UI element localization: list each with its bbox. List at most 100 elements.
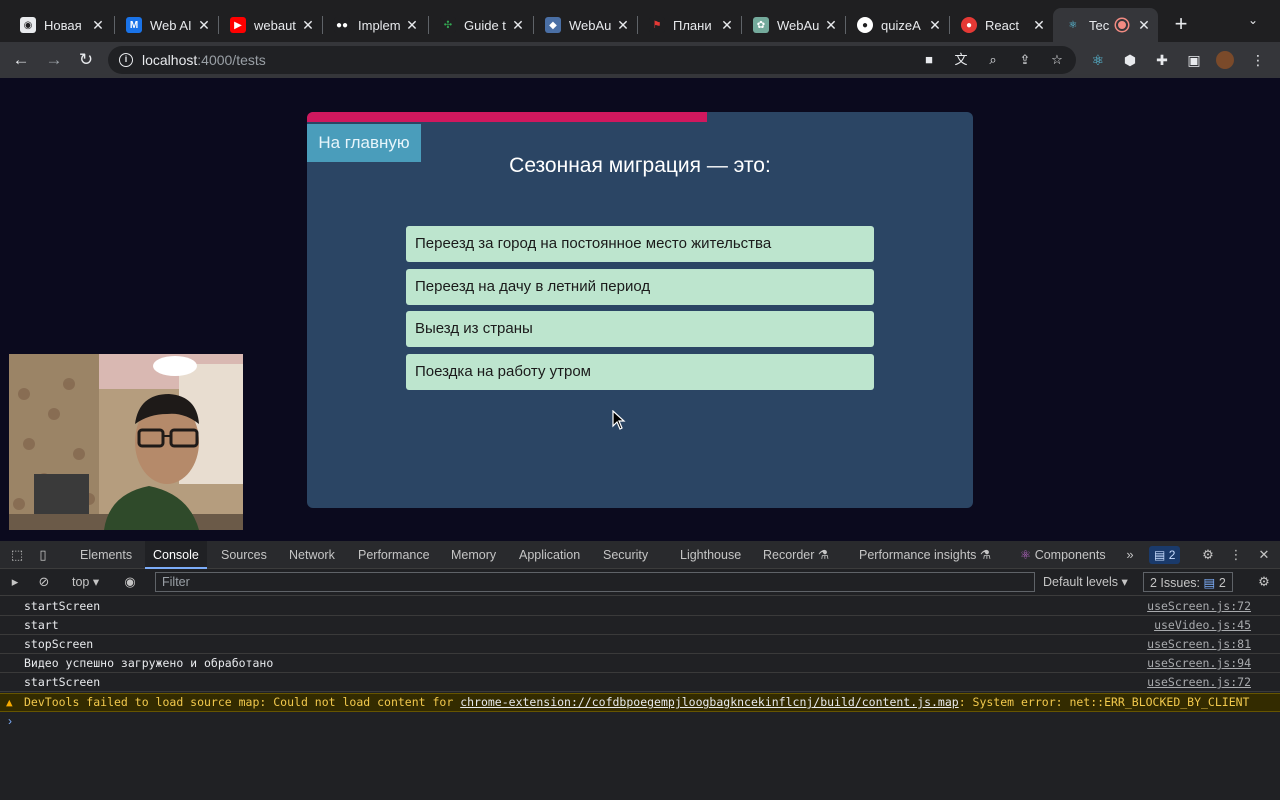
sidebar-toggle-icon[interactable]: ▸ xyxy=(7,574,23,590)
devtools-menu-icon[interactable]: ⋮ xyxy=(1228,547,1244,563)
console-log-row: Видео успешно загружено и обработано use… xyxy=(0,654,1280,674)
experiment-flask-icon: ⚗ xyxy=(979,548,992,562)
medium-icon: ●● xyxy=(334,17,350,33)
profile-avatar[interactable] xyxy=(1216,51,1234,69)
close-tab-icon[interactable]: ✕ xyxy=(823,17,839,34)
plan-icon: ⚑ xyxy=(649,17,665,33)
message-icon: ▤ xyxy=(1154,548,1166,562)
browser-tab[interactable]: ⚑ Плани ✕ xyxy=(637,8,741,42)
devtools-tab-performance[interactable]: Performance xyxy=(358,541,430,569)
browser-tab[interactable]: ●● Implem ✕ xyxy=(322,8,426,42)
react-devtools-extension-icon[interactable]: ⚛ xyxy=(1089,51,1107,69)
answer-option[interactable]: Поездка на работу утром xyxy=(406,353,874,390)
close-tab-icon[interactable]: ✕ xyxy=(300,17,316,34)
progress-bar xyxy=(307,112,973,122)
translate-icon[interactable]: 文 xyxy=(953,52,969,68)
reload-button[interactable]: ↻ xyxy=(74,48,98,72)
extensions-puzzle-icon[interactable]: ✚ xyxy=(1153,51,1171,69)
share-icon[interactable]: ⇪ xyxy=(1017,52,1033,68)
close-tab-icon[interactable]: ✕ xyxy=(615,17,631,34)
more-tabs-chevron-icon[interactable]: » xyxy=(1122,547,1138,563)
browser-tab[interactable]: ◉ Новая ✕ xyxy=(8,8,112,42)
answer-option[interactable]: Выезд из страны xyxy=(406,311,874,347)
new-tab-button[interactable]: + xyxy=(1170,12,1192,36)
close-tab-icon[interactable]: ✕ xyxy=(404,17,420,34)
devtools-tab-lighthouse[interactable]: Lighthouse xyxy=(680,541,741,569)
address-bar[interactable]: i localhost:4000/tests ■ 文 ⌕ ⇪ ☆ xyxy=(108,46,1076,74)
browser-tab[interactable]: M Web AI ✕ xyxy=(114,8,218,42)
context-selector[interactable]: top ▾ xyxy=(72,574,99,589)
devtools-tab-security[interactable]: Security xyxy=(603,541,648,569)
answer-option[interactable]: Переезд за город на постоянное место жит… xyxy=(406,226,874,262)
answer-option[interactable]: Переезд на дачу в летний период xyxy=(406,268,874,305)
guide-icon: ✣ xyxy=(440,17,456,33)
browser-tab-bar: ◉ Новая ✕ M Web AI ✕ ▶ webaut ✕ ●● Imple… xyxy=(0,0,1280,42)
side-panel-icon[interactable]: ▣ xyxy=(1185,51,1203,69)
camera-icon[interactable]: ■ xyxy=(921,52,937,68)
recording-indicator-icon xyxy=(1116,19,1128,31)
inspect-element-icon[interactable]: ⬚ xyxy=(9,547,25,563)
close-tab-icon[interactable]: ✕ xyxy=(1031,17,1047,34)
close-tab-icon[interactable]: ✕ xyxy=(510,17,526,34)
warning-triangle-icon: ▲ xyxy=(6,696,13,709)
log-source-link[interactable]: useScreen.js:72 xyxy=(1147,673,1251,691)
mouse-cursor-icon xyxy=(612,410,626,430)
progress-fill xyxy=(307,112,707,122)
devtools-tab-console[interactable]: Console xyxy=(145,541,207,569)
webcam-video-frame xyxy=(9,354,243,530)
browser-tab[interactable]: ◆ WebAu ✕ xyxy=(533,8,637,42)
forward-button[interactable]: → xyxy=(42,48,66,72)
devtools-tab-network[interactable]: Network xyxy=(289,541,335,569)
youtube-icon: ▶ xyxy=(230,17,246,33)
issues-badge[interactable]: ▤ 2 xyxy=(1149,546,1181,564)
console-settings-gear-icon[interactable]: ⚙ xyxy=(1256,574,1272,590)
browser-tab[interactable]: ✣ Guide t ✕ xyxy=(428,8,532,42)
back-button[interactable]: ← xyxy=(9,48,33,72)
message-icon: ▤ xyxy=(1203,576,1216,590)
browser-tab-active[interactable]: ⚛ Tec ✕ xyxy=(1053,8,1158,42)
close-tab-icon[interactable]: ✕ xyxy=(719,17,735,34)
browser-tab[interactable]: ✿ WebAu ✕ xyxy=(741,8,845,42)
url-text[interactable]: localhost:4000/tests xyxy=(142,52,266,68)
react-components-icon: ⚛ xyxy=(1020,548,1032,562)
tab-search-chevron-icon[interactable]: ⌄ xyxy=(1248,13,1258,27)
devtools-tab-recorder[interactable]: Recorder ⚗ xyxy=(763,541,829,569)
extension-shield-icon[interactable]: ⬢ xyxy=(1121,51,1139,69)
live-expression-eye-icon[interactable]: ◉ xyxy=(122,574,138,590)
log-source-link[interactable]: useScreen.js:72 xyxy=(1147,597,1251,615)
console-prompt-chevron-icon[interactable]: › xyxy=(8,714,12,728)
devtools-tab-components[interactable]: ⚛ Components xyxy=(1020,541,1106,569)
close-tab-icon[interactable]: ✕ xyxy=(927,17,943,34)
bookmark-star-icon[interactable]: ☆ xyxy=(1049,52,1065,68)
browser-tab[interactable]: ● quizeA ✕ xyxy=(845,8,949,42)
close-tab-icon[interactable]: ✕ xyxy=(196,17,212,34)
site-info-icon[interactable]: i xyxy=(119,53,133,67)
devtools-tab-elements[interactable]: Elements xyxy=(80,541,132,569)
browser-menu-icon[interactable]: ⋮ xyxy=(1249,51,1267,69)
devtools-panel: ⬚ ▯ Elements Console Sources Network Per… xyxy=(0,541,1280,800)
zoom-icon[interactable]: ⌕ xyxy=(985,52,1001,68)
close-tab-icon[interactable]: ✕ xyxy=(1136,17,1152,34)
issues-counter[interactable]: 2 Issues: ▤ 2 xyxy=(1143,572,1233,592)
console-filter-input[interactable]: Filter xyxy=(155,572,1035,592)
devtools-tab-memory[interactable]: Memory xyxy=(451,541,496,569)
log-source-link[interactable]: useScreen.js:81 xyxy=(1147,635,1251,653)
devtools-tab-application[interactable]: Application xyxy=(519,541,580,569)
github-icon: ● xyxy=(857,17,873,33)
openai-icon: ✿ xyxy=(753,17,769,33)
clear-console-icon[interactable]: ⊘ xyxy=(36,574,52,590)
device-toolbar-icon[interactable]: ▯ xyxy=(35,547,51,563)
devtools-tab-performance-insights[interactable]: Performance insights ⚗ xyxy=(859,541,991,569)
log-source-link[interactable]: useScreen.js:94 xyxy=(1147,654,1251,672)
settings-gear-icon[interactable]: ⚙ xyxy=(1200,547,1216,563)
browser-tab[interactable]: ● React ✕ xyxy=(949,8,1053,42)
log-levels-dropdown[interactable]: Default levels ▾ xyxy=(1043,574,1128,589)
console-log-row: stopScreen useScreen.js:81 xyxy=(0,635,1280,655)
browser-tab[interactable]: ▶ webaut ✕ xyxy=(218,8,322,42)
devtools-tab-sources[interactable]: Sources xyxy=(221,541,267,569)
log-source-link[interactable]: useVideo.js:45 xyxy=(1154,616,1251,634)
webauthn-icon: ◆ xyxy=(545,17,561,33)
source-map-link[interactable]: chrome-extension://cofdbpoegempjloogbagk… xyxy=(460,695,959,709)
close-devtools-icon[interactable]: ✕ xyxy=(1256,547,1272,563)
close-tab-icon[interactable]: ✕ xyxy=(90,17,106,34)
